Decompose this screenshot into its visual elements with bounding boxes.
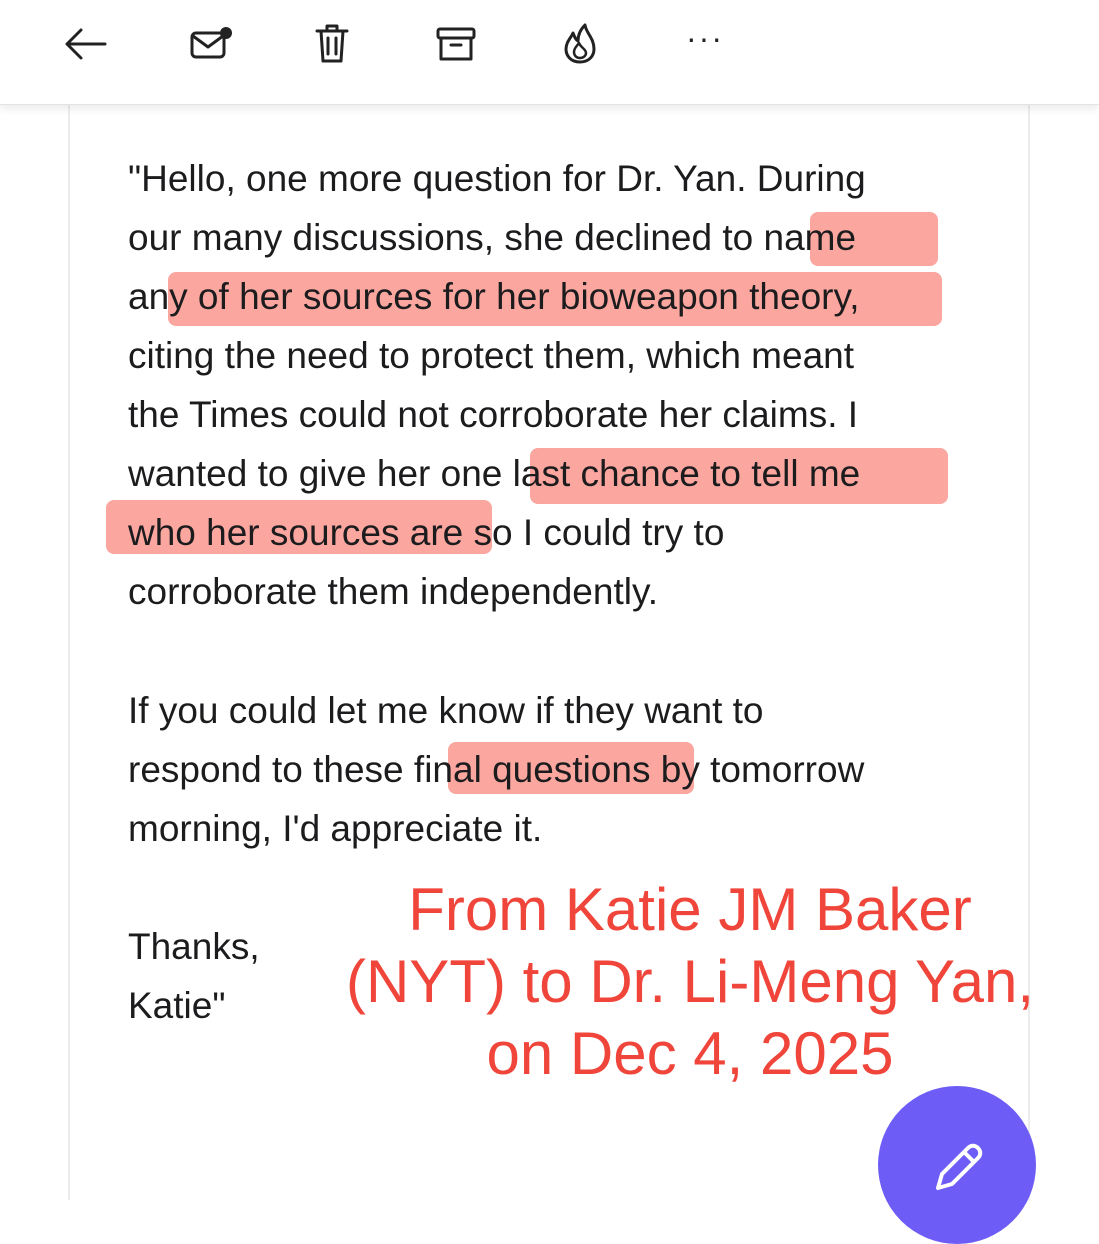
body-line: citing the need to protect them, which m… [128,335,855,376]
delete-button[interactable] [302,16,362,72]
back-button[interactable] [55,16,115,72]
mark-unread-button[interactable] [180,16,240,72]
mark-unread-icon [190,27,232,59]
body-line: "Hello, one more question for Dr. Yan. D… [128,158,866,199]
annotation-line: From Katie JM Baker [408,876,972,943]
back-arrow-icon [65,28,107,60]
compose-button[interactable] [878,1086,1036,1244]
more-icon: ··· [686,20,724,56]
body-line: any of her sources for her bioweapon the… [128,276,860,317]
more-button[interactable]: ··· [675,16,735,72]
archive-icon [436,27,476,61]
flame-icon [564,23,596,64]
body-line: our many discussions, she declined to na… [128,217,857,258]
body-line: respond to these final questions by tomo… [128,749,865,790]
body-line: the Times could not corroborate her clai… [128,394,859,435]
signoff: Thanks, [128,926,260,967]
annotation-line: on Dec 4, 2025 [486,1020,894,1087]
pencil-icon [936,1143,983,1190]
annotation-line: (NYT) to Dr. Li-Meng Yan, [345,948,1034,1015]
trash-icon [315,24,349,63]
body-line: corroborate them independently. [128,571,658,612]
body-line: who her sources are so I could try to [128,512,725,553]
message-toolbar: ··· [0,0,1099,105]
archive-button[interactable] [426,16,486,72]
burn-button[interactable] [550,16,610,72]
body-line: morning, I'd appreciate it. [128,808,543,849]
body-line: If you could let me know if they want to [128,690,764,731]
body-line: wanted to give her one last chance to te… [128,453,861,494]
signature: Katie" [128,985,226,1026]
